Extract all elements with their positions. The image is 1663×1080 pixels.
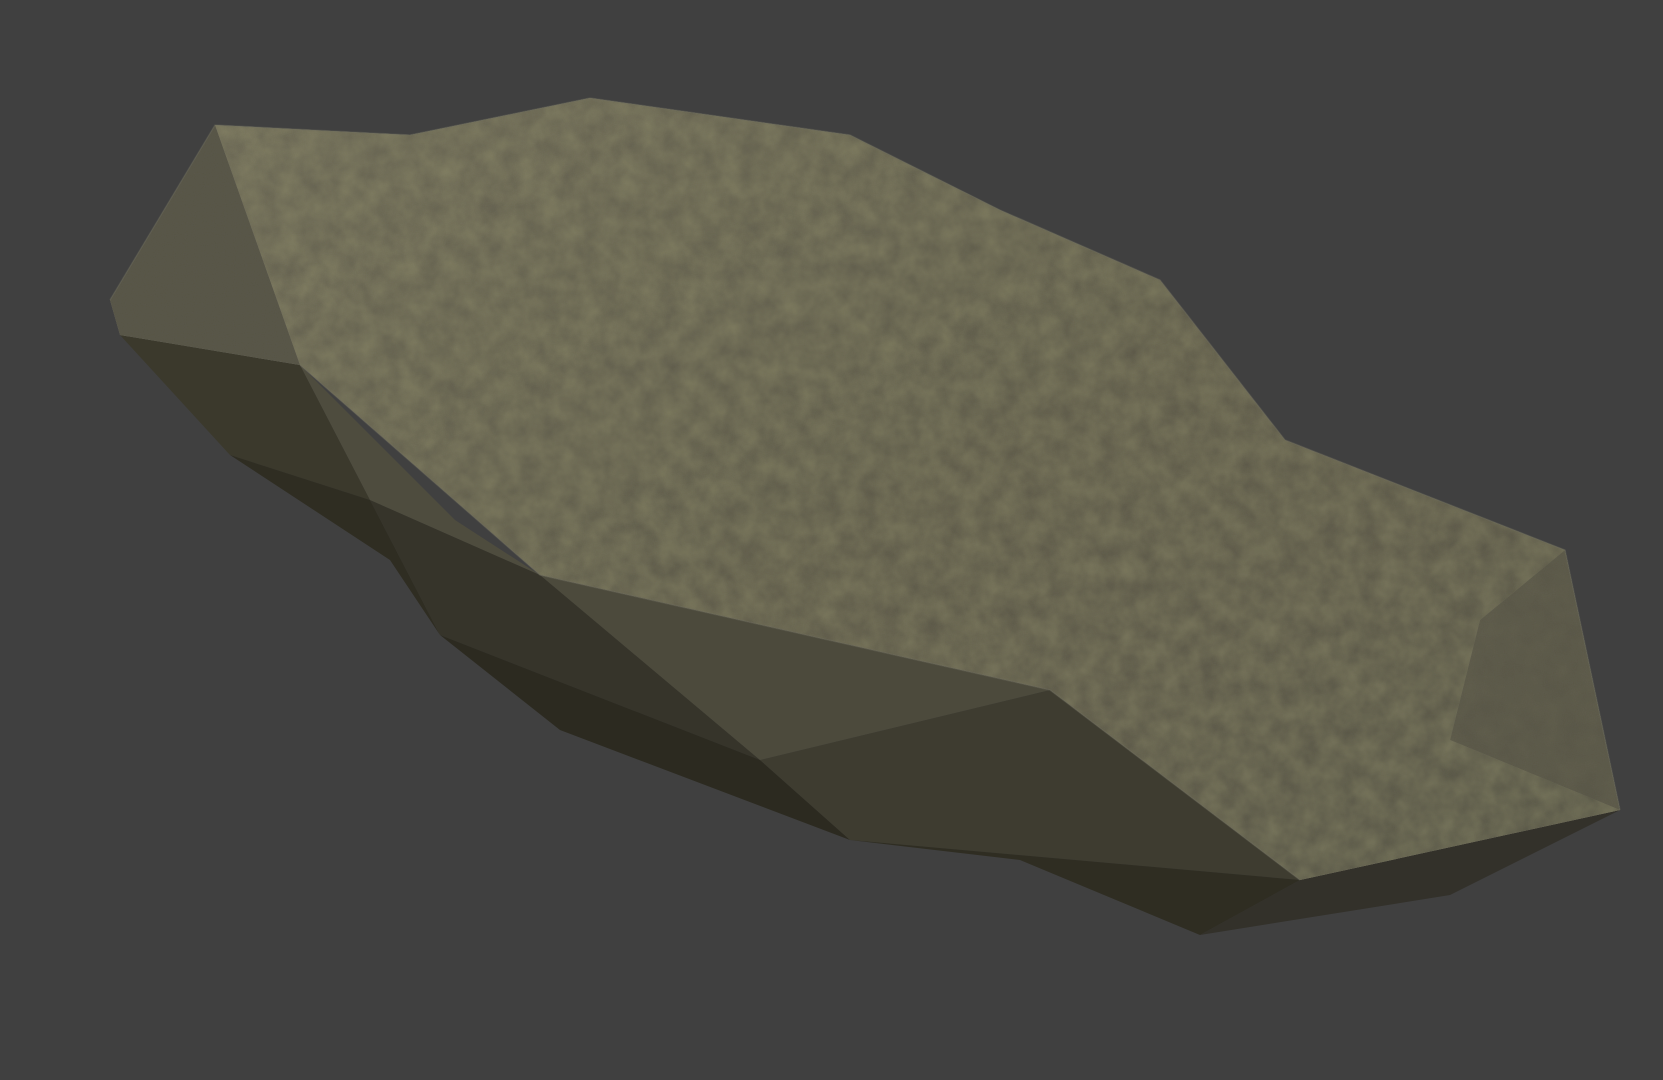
3d-viewport[interactable] (0, 0, 1663, 1080)
rock-render (109, 97, 1621, 935)
